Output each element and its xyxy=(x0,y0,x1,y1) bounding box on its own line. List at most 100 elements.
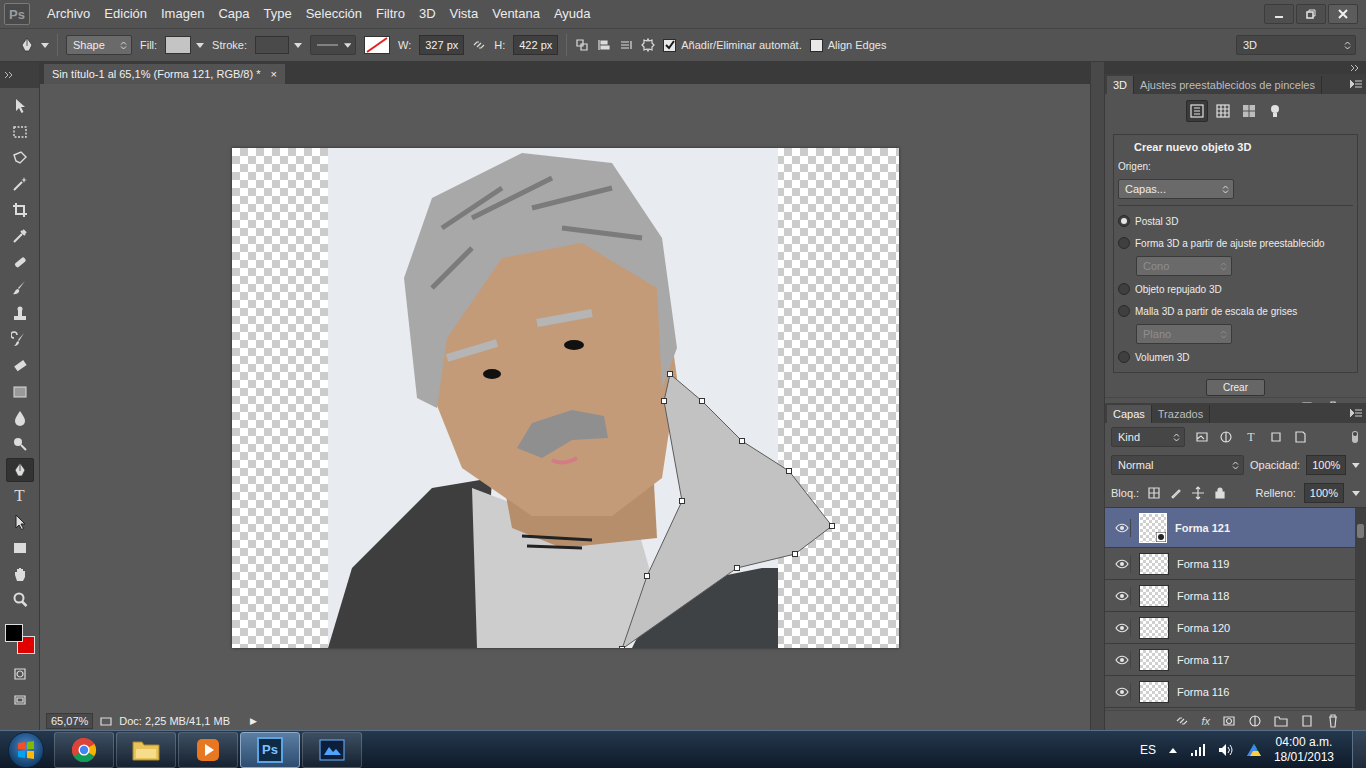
radio-option[interactable]: Malla 3D a partir de escala de grises xyxy=(1118,302,1353,320)
radio-option[interactable]: Volumen 3D xyxy=(1118,348,1353,366)
stroke-color-swatch[interactable] xyxy=(364,36,390,54)
app-icon[interactable] xyxy=(318,737,346,763)
path-anchor[interactable] xyxy=(699,399,704,404)
visibility-toggle[interactable] xyxy=(1113,619,1131,637)
eye-icon[interactable] xyxy=(1115,559,1129,569)
eye-icon[interactable] xyxy=(1115,523,1129,533)
layer-row[interactable]: Forma 121 xyxy=(1105,508,1355,548)
quick-mask-button[interactable] xyxy=(6,662,34,686)
panel-menu-button[interactable] xyxy=(1350,80,1366,88)
trash-icon[interactable] xyxy=(1326,714,1340,728)
create-button[interactable]: Crear xyxy=(1206,379,1265,396)
expand-icon[interactable] xyxy=(4,71,14,79)
fill-picker[interactable] xyxy=(165,36,204,54)
filter-toggle-icon[interactable] xyxy=(1350,430,1360,444)
visibility-toggle[interactable] xyxy=(1113,683,1131,701)
collapse-icon[interactable] xyxy=(1350,64,1360,72)
radio-button[interactable] xyxy=(1118,283,1130,295)
eye-icon[interactable] xyxy=(1115,687,1129,697)
zoom-tool[interactable] xyxy=(6,588,34,612)
radio-button[interactable] xyxy=(1118,237,1130,249)
radio-option[interactable]: Postal 3D xyxy=(1118,212,1353,230)
panel-tab[interactable]: Ajustes preestablecidos de pinceles xyxy=(1134,76,1322,94)
add-mask-icon[interactable] xyxy=(1222,714,1236,728)
document-canvas[interactable] xyxy=(232,148,899,648)
show-hidden-icons-icon[interactable] xyxy=(1168,746,1178,754)
filter-dropdown[interactable]: Kind xyxy=(1111,427,1185,447)
start-button[interactable] xyxy=(8,732,44,768)
menu-item[interactable]: Vista xyxy=(443,0,486,28)
scrollbar[interactable] xyxy=(1355,508,1366,710)
menu-item[interactable]: 3D xyxy=(412,0,443,28)
new-layer-icon[interactable] xyxy=(1300,714,1314,728)
zoom-field[interactable]: 65,07% xyxy=(46,713,93,729)
panel-tab[interactable]: 3D xyxy=(1107,76,1134,94)
clock[interactable]: 04:00 a.m.18/01/2013 xyxy=(1274,735,1334,765)
path-anchor[interactable] xyxy=(619,647,624,649)
path-anchor[interactable] xyxy=(644,574,649,579)
eye-icon[interactable] xyxy=(1115,591,1129,601)
language-indicator[interactable]: ES xyxy=(1140,743,1156,757)
checkbox[interactable] xyxy=(663,39,676,52)
other-taskbar-button[interactable] xyxy=(302,732,362,768)
pen-tool[interactable] xyxy=(6,458,34,482)
checkbox-option[interactable]: Añadir/Eliminar automát. xyxy=(663,39,801,52)
screen-mode-icon[interactable] xyxy=(13,693,27,707)
quick-mask-icon[interactable] xyxy=(13,667,27,681)
close-button[interactable] xyxy=(1328,4,1358,24)
gear-icon[interactable] xyxy=(641,38,655,52)
tab-close-button[interactable]: × xyxy=(270,68,276,80)
chrome-icon[interactable] xyxy=(70,736,98,764)
width-field[interactable]: 327 px xyxy=(419,35,464,55)
scene-button[interactable] xyxy=(1186,100,1208,122)
path-anchor[interactable] xyxy=(786,469,791,474)
media-taskbar-button[interactable] xyxy=(178,732,238,768)
light-button[interactable] xyxy=(1264,100,1286,122)
path-alignment-icon[interactable] xyxy=(597,38,611,52)
drive-icon[interactable] xyxy=(1246,743,1262,757)
eye-icon[interactable] xyxy=(1115,623,1129,633)
shape-filter-icon[interactable] xyxy=(1269,430,1283,444)
minimize-button[interactable] xyxy=(1264,4,1294,24)
screen-mode-button[interactable] xyxy=(6,688,34,712)
mesh-button[interactable] xyxy=(1212,100,1234,122)
radio-option[interactable]: Objeto repujado 3D xyxy=(1118,280,1353,298)
stamp-tool[interactable] xyxy=(6,302,34,326)
path-anchor[interactable] xyxy=(734,566,739,571)
foreground-color[interactable] xyxy=(5,624,23,642)
radio-button[interactable] xyxy=(1118,215,1130,227)
folder-icon[interactable] xyxy=(131,737,161,763)
menu-item[interactable]: Selección xyxy=(299,0,369,28)
path-anchor[interactable] xyxy=(679,499,684,504)
menu-item[interactable]: Capa xyxy=(211,0,256,28)
type-filter-icon[interactable]: T xyxy=(1243,429,1259,445)
tool-preset-picker[interactable] xyxy=(18,36,49,54)
type-tool[interactable]: T xyxy=(6,484,34,508)
menu-item[interactable]: Archivo xyxy=(40,0,97,28)
menu-item[interactable]: Ventana xyxy=(485,0,547,28)
opacity-field[interactable]: 100% xyxy=(1306,455,1346,475)
path-anchor[interactable] xyxy=(661,399,666,404)
path-select-tool[interactable] xyxy=(6,510,34,534)
status-menu-button[interactable]: ▶ xyxy=(250,716,257,726)
restore-button[interactable] xyxy=(1296,4,1326,24)
gradient-tool[interactable] xyxy=(6,380,34,404)
shape-tool[interactable] xyxy=(6,536,34,560)
lock-pixels-icon[interactable] xyxy=(1169,486,1183,500)
network-icon[interactable] xyxy=(1190,743,1206,757)
path-anchor[interactable] xyxy=(739,439,744,444)
radio-button[interactable] xyxy=(1118,305,1130,317)
path-anchor[interactable] xyxy=(667,372,672,377)
layer-row[interactable]: Forma 116 xyxy=(1105,676,1355,708)
eye-icon[interactable] xyxy=(1115,655,1129,665)
source-dropdown[interactable]: Capas... xyxy=(1118,179,1234,199)
menu-item[interactable]: Ayuda xyxy=(547,0,598,28)
panel-menu-button[interactable] xyxy=(1350,409,1366,417)
link-icon[interactable] xyxy=(472,38,486,52)
path-arrangement-icon[interactable] xyxy=(619,38,633,52)
adjustment-filter-icon[interactable] xyxy=(1219,430,1233,444)
eraser-tool[interactable] xyxy=(6,354,34,378)
marquee-tool[interactable] xyxy=(6,120,34,144)
explorer-taskbar-button[interactable] xyxy=(116,732,176,768)
workspace-dropdown[interactable]: 3D xyxy=(1236,35,1356,55)
